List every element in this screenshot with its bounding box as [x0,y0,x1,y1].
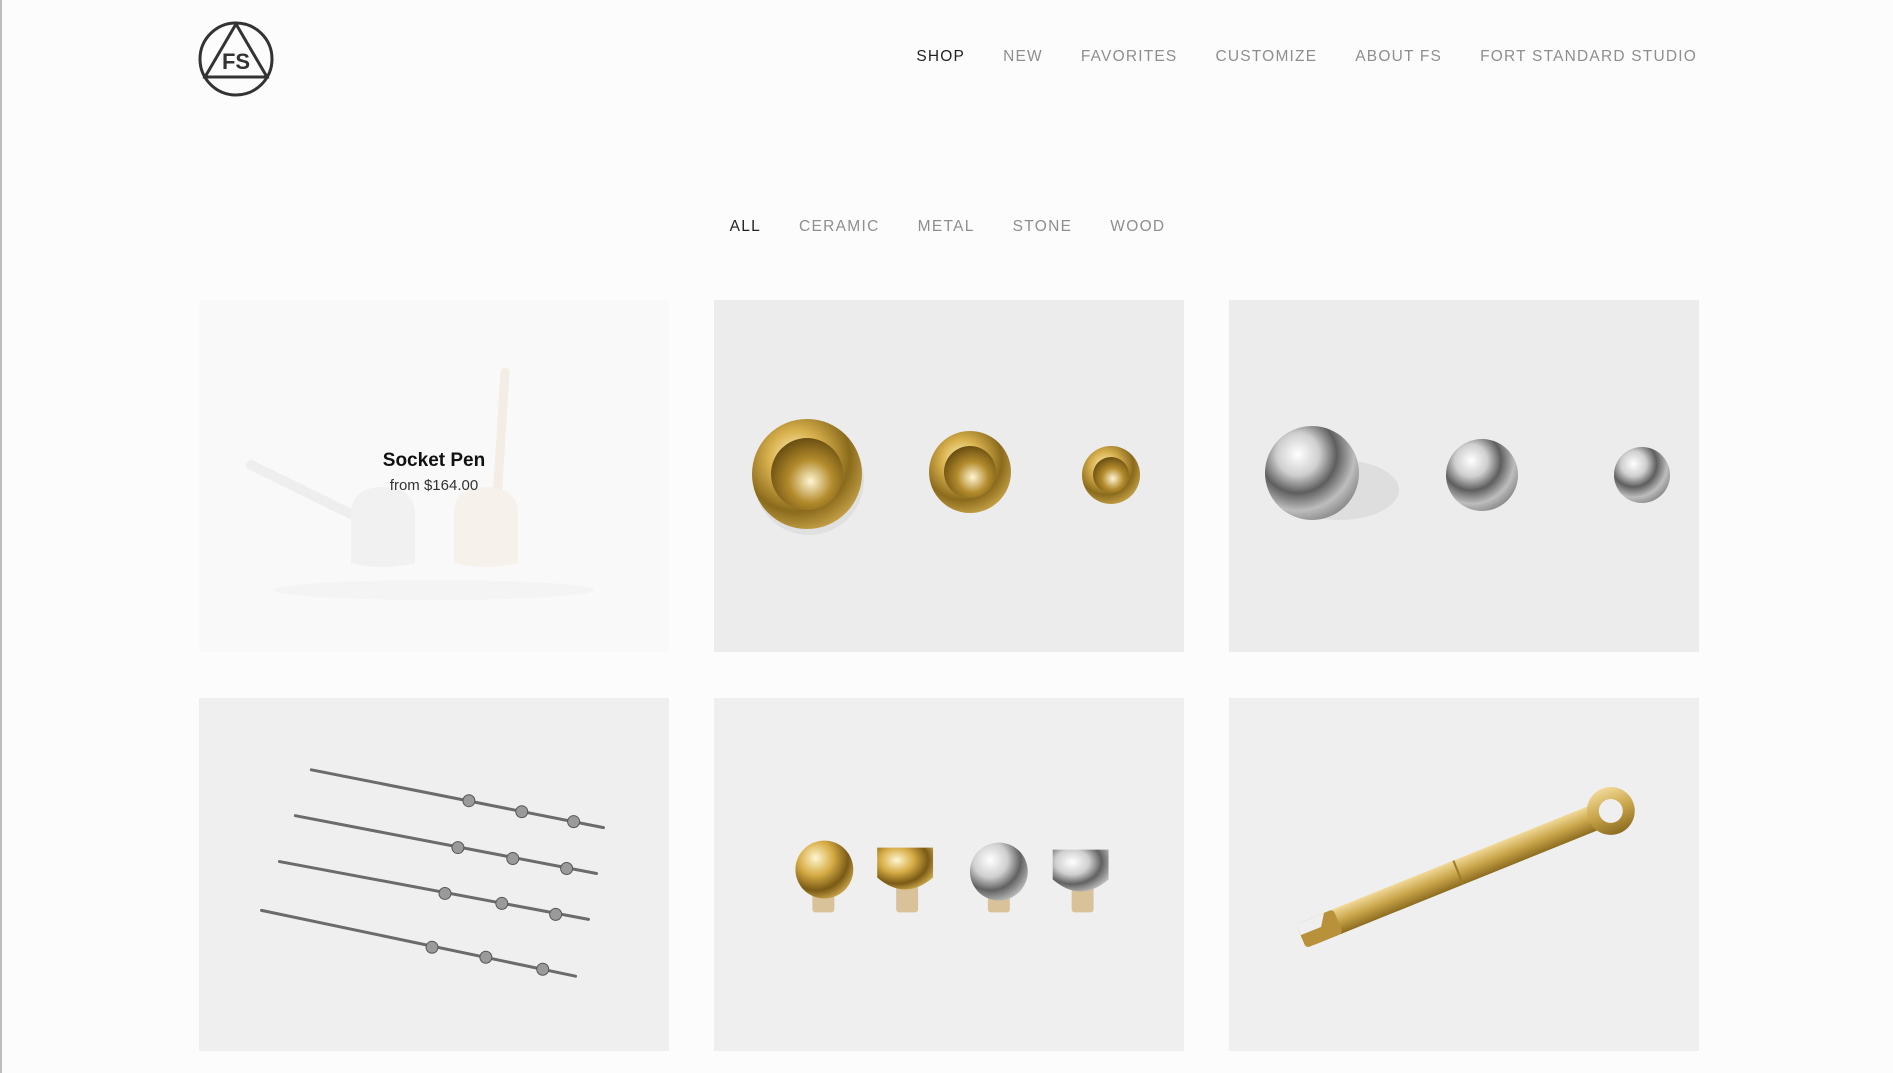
filter-metal[interactable]: METAL [918,218,975,236]
product-tile-silver-spheres[interactable] [1229,300,1699,652]
product-tile-socket-pen[interactable]: Socket Pen from $164.00 [199,300,669,652]
triangle-in-circle-icon: FS [198,21,274,97]
silver-spheres-image [1229,300,1699,652]
bottle-stoppers-image [714,698,1184,1050]
product-tile-brass-bowls[interactable] [714,300,1184,652]
nav-about-fs[interactable]: ABOUT FS [1355,48,1442,66]
socket-pen-image [199,300,669,652]
main-nav: SHOP NEW FAVORITES CUSTOMIZE ABOUT FS FO… [916,48,1697,66]
nav-new[interactable]: NEW [1003,48,1043,66]
product-tile-cocktail-picks[interactable] [199,698,669,1051]
brand-logo[interactable]: FS [197,20,275,98]
filter-ceramic[interactable]: CERAMIC [799,218,880,236]
nav-fort-standard-studio[interactable]: FORT STANDARD STUDIO [1480,48,1697,66]
nav-favorites[interactable]: FAVORITES [1081,48,1178,66]
page: FS SHOP NEW FAVORITES CUSTOMIZE ABOUT FS… [0,0,1893,1073]
filter-wood[interactable]: WOOD [1110,218,1165,236]
brass-bottle-opener-image [1229,698,1699,1050]
nav-shop[interactable]: SHOP [916,48,965,66]
filter-all[interactable]: ALL [730,218,761,236]
logo-text: FS [222,49,250,74]
brass-bowls-image [714,300,1184,652]
product-tile-bottle-stoppers[interactable] [714,698,1184,1051]
nav-customize[interactable]: CUSTOMIZE [1215,48,1317,66]
filter-stone[interactable]: STONE [1013,218,1073,236]
product-tile-brass-opener[interactable] [1229,698,1699,1051]
category-filter: ALL CERAMIC METAL STONE WOOD [2,218,1893,236]
product-grid: Socket Pen from $164.00 [199,300,1699,1051]
cocktail-picks-image [199,698,669,1050]
